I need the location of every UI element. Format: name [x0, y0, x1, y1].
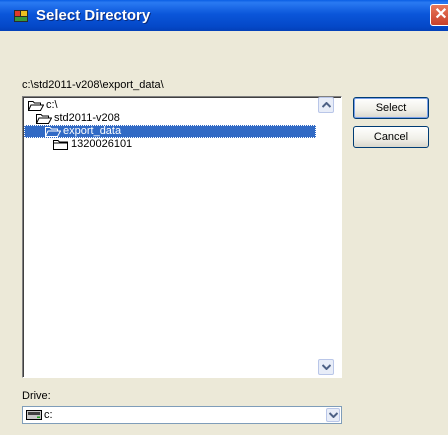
chevron-down-icon — [322, 364, 331, 370]
title-bar[interactable]: Select Directory ✕ — [0, 0, 448, 31]
dir-item-export-data[interactable]: export_data — [24, 125, 316, 138]
dir-item-root[interactable]: c:\ — [28, 99, 58, 112]
close-button[interactable]: ✕ — [430, 4, 448, 26]
dir-item-std2011[interactable]: std2011-v208 — [36, 112, 120, 125]
window-title: Select Directory — [36, 7, 151, 24]
drive-dropdown-button[interactable] — [326, 408, 340, 422]
scroll-down-button[interactable] — [318, 359, 334, 375]
hard-drive-icon — [26, 410, 42, 420]
chevron-up-icon — [322, 102, 331, 108]
select-directory-dialog: Select Directory ✕ c:\std2011-v208\expor… — [0, 0, 448, 435]
scroll-up-button[interactable] — [318, 97, 334, 113]
dir-item-label: std2011-v208 — [54, 112, 120, 124]
drive-select[interactable]: c: — [22, 406, 342, 424]
select-button[interactable]: Select — [353, 97, 429, 119]
open-folder-icon — [45, 127, 61, 137]
directory-scrollbar[interactable] — [318, 97, 334, 376]
app-icon — [14, 10, 28, 22]
dir-item-label: c:\ — [46, 99, 58, 111]
dir-item-label: 1320026101 — [71, 138, 133, 150]
dir-item-label: export_data — [63, 125, 122, 137]
directory-list[interactable]: c:\ std2011-v208 export_data 1320026101 — [22, 96, 342, 378]
drive-value: c: — [44, 409, 53, 421]
closed-folder-icon — [53, 140, 68, 150]
open-folder-icon — [28, 101, 44, 111]
dir-item-1320026101[interactable]: 1320026101 — [53, 138, 132, 151]
cancel-button[interactable]: Cancel — [353, 126, 429, 148]
open-folder-icon — [36, 114, 52, 124]
drive-label: Drive: — [22, 390, 51, 402]
current-path-label: c:\std2011-v208\export_data\ — [22, 79, 164, 91]
chevron-down-icon — [329, 412, 338, 418]
close-icon: ✕ — [434, 6, 448, 23]
